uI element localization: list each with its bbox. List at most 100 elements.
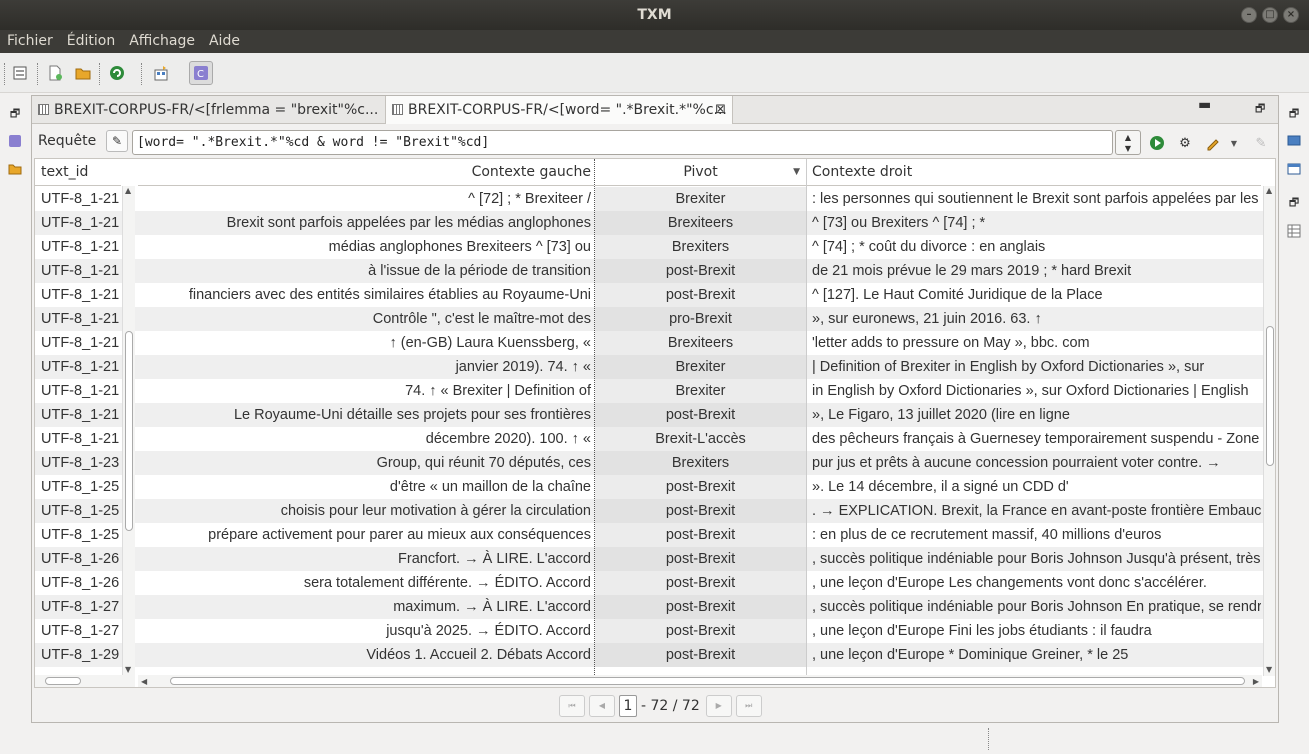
column-header-right-context[interactable]: Contexte droit	[807, 159, 1261, 186]
cell-right-context: , une leçon d'Europe * Dominique Greiner…	[812, 647, 1129, 663]
run-query-icon[interactable]	[1148, 134, 1166, 152]
scroll-down-icon[interactable]: ▼	[125, 665, 131, 674]
column-header-text-id[interactable]: text_id	[35, 159, 121, 186]
close-tab-icon[interactable]: ⊠	[715, 96, 726, 124]
table-row[interactable]: UTF-8_1-21 ↑ (en-GB) Laura Kuenssberg, «B…	[35, 331, 1263, 355]
console-icon[interactable]	[1286, 133, 1302, 149]
table-row[interactable]: UTF-8_1-26 sera totalement différente. → …	[35, 571, 1263, 595]
cell-right-context: | Definition of Brexiter in English by O…	[812, 359, 1205, 375]
cell-text-id: UTF-8_1-21	[41, 407, 120, 423]
window-icon[interactable]	[1286, 161, 1302, 177]
menu-fichier[interactable]: Fichier	[0, 30, 60, 53]
maximize-button[interactable]: □	[1262, 7, 1278, 23]
cell-text-id: UTF-8_1-21	[41, 311, 120, 327]
scrollbar-thumb[interactable]	[170, 677, 1245, 685]
previous-page-button[interactable]: ◀	[589, 695, 615, 717]
cell-left-context: choisis pour leur motivation à gérer la …	[280, 503, 591, 519]
query-history-stepper[interactable]: ▲ ▼	[1115, 130, 1141, 155]
table-row[interactable]: UTF-8_1-21 Contrôle ", c'est le maître-mo…	[35, 307, 1263, 331]
tab-frlemma-query[interactable]: BREXIT-CORPUS-FR/<[frlemma = "brexit"%c.…	[32, 96, 384, 124]
table-row[interactable]: UTF-8_1-27 maximum. → À LIRE. L'accord pos…	[35, 595, 1263, 619]
corpus-view-icon[interactable]: C	[189, 61, 213, 85]
scrollbar-thumb[interactable]	[1266, 326, 1274, 466]
column-header-pivot[interactable]: Pivot ▼	[595, 159, 806, 186]
restore-view-icon[interactable]: 🗗	[7, 106, 23, 122]
cell-pivot: post-Brexit	[595, 259, 806, 283]
menu-aide[interactable]: Aide	[202, 30, 247, 53]
maximize-panel-icon[interactable]: 🗗	[1255, 100, 1265, 119]
query-assistant-icon[interactable]: ✎	[106, 130, 128, 152]
scroll-down-icon[interactable]: ▼	[1266, 665, 1272, 674]
restore-view-icon[interactable]: 🗗	[1286, 106, 1302, 122]
svg-text:C: C	[197, 69, 204, 80]
scroll-up-icon[interactable]: ▲	[1266, 186, 1272, 195]
highlight-icon[interactable]	[1204, 134, 1222, 152]
chevron-down-icon[interactable]: ▼	[1225, 134, 1243, 152]
table-row[interactable]: UTF-8_1-25 choisis pour leur motivation à…	[35, 499, 1263, 523]
table-row[interactable]: UTF-8_1-21 médias anglophones Brexiteers …	[35, 235, 1263, 259]
cell-left-context: Le Royaume-Uni détaille ses projets pour…	[233, 407, 591, 423]
last-page-button[interactable]: ⏭	[735, 695, 762, 717]
cell-right-context: in English by Oxford Dictionaries », sur…	[812, 383, 1249, 399]
table-row[interactable]: UTF-8_1-21 janvier 2019). 74. ↑ «Brexiter…	[35, 355, 1263, 379]
page-number-input[interactable]: 1	[619, 695, 637, 717]
refresh-icon[interactable]	[107, 63, 127, 83]
cell-left-context: Group, qui réunit 70 députés, ces	[376, 455, 591, 471]
table-vertical-scrollbar[interactable]: ▲ ▼	[1263, 186, 1275, 676]
table-row[interactable]: UTF-8_1-21 74. ↑ « Brexiter | Definition …	[35, 379, 1263, 403]
cell-pivot: post-Brexit	[595, 403, 806, 427]
table-row[interactable]: UTF-8_1-21 à l'issue de la période de tra…	[35, 259, 1263, 283]
menu-affichage[interactable]: Affichage	[122, 30, 202, 53]
minimize-button[interactable]: –	[1241, 7, 1257, 23]
scrollbar-thumb[interactable]	[45, 677, 81, 685]
column-header-left-context[interactable]: Contexte gauche	[138, 159, 594, 186]
table-row[interactable]: UTF-8_1-26 Francfort. → À LIRE. L'accord p…	[35, 547, 1263, 571]
new-file-icon[interactable]	[45, 63, 65, 83]
table-row[interactable]: UTF-8_1-25 prépare activement pour parer …	[35, 523, 1263, 547]
scroll-left-icon[interactable]: ◀	[141, 677, 147, 686]
cell-right-context: », Le Figaro, 13 juillet 2020 (lire en l…	[812, 407, 1070, 423]
close-button[interactable]: ×	[1283, 7, 1299, 23]
table-horizontal-scrollbar[interactable]: ◀ ▶	[138, 675, 1262, 687]
cell-text-id: UTF-8_1-21	[41, 287, 120, 303]
scroll-right-icon[interactable]: ▶	[1253, 677, 1259, 686]
next-page-button[interactable]: ▶	[705, 695, 732, 717]
open-folder-icon[interactable]	[73, 63, 93, 83]
cell-right-context: », sur euronews, 21 juin 2016. 63. ↑	[812, 311, 1042, 327]
table-row[interactable]: UTF-8_1-21 décembre 2020). 100. ↑ «Brexit…	[35, 427, 1263, 451]
cell-left-context: ^ [72] ; * Brexiteer /	[468, 191, 591, 207]
settings-gear-icon[interactable]: ⚙	[1176, 134, 1194, 152]
cell-left-context: Vidéos 1. Accueil 2. Débats Accord	[366, 647, 591, 663]
table-view-icon[interactable]	[1286, 223, 1302, 239]
workspace-icon[interactable]	[10, 63, 30, 83]
cell-text-id: UTF-8_1-26	[41, 575, 120, 591]
first-page-button[interactable]: ⏮	[559, 695, 585, 717]
table-row[interactable]: UTF-8_1-25 d'être « un maillon de la chaî…	[35, 475, 1263, 499]
cell-left-context: Francfort. → À LIRE. L'accord	[398, 551, 591, 567]
menu-edition[interactable]: Édition	[60, 30, 122, 53]
cell-pivot: pro-Brexit	[595, 307, 806, 331]
table-row[interactable]: UTF-8_1-27 jusqu'à 2025. → ÉDITO. Accord p…	[35, 619, 1263, 643]
query-input[interactable]: [word= ".*Brexit.*"%cd & word != "Brexit…	[132, 130, 1113, 155]
table-row[interactable]: UTF-8_1-21 Brexit sont parfois appelées p…	[35, 211, 1263, 235]
column-divider	[594, 159, 595, 687]
table-row[interactable]: UTF-8_1-23 Group, qui réunit 70 députés, …	[35, 451, 1263, 475]
pivot-header-label: Pivot	[683, 164, 718, 180]
scroll-up-icon[interactable]: ▲	[125, 186, 131, 195]
cell-pivot: Brexit-L'accès	[595, 427, 806, 451]
table-row[interactable]: UTF-8_1-21 ^ [72] ; * Brexiteer / Brexiter…	[35, 187, 1263, 211]
folder-icon[interactable]	[7, 161, 23, 177]
id-column-scrollbar[interactable]: ▲ ▼	[122, 186, 135, 676]
cell-right-context: de 21 mois prévue le 29 mars 2019 ; * ha…	[812, 263, 1132, 279]
table-row[interactable]: UTF-8_1-29 Vidéos 1. Accueil 2. Débats Ac…	[35, 643, 1263, 667]
import-icon[interactable]	[151, 63, 171, 83]
restore-view-icon[interactable]: 🗗	[1286, 195, 1302, 211]
table-row[interactable]: UTF-8_1-21 financiers avec des entités si…	[35, 283, 1263, 307]
scrollbar-thumb[interactable]	[125, 331, 133, 531]
tab-word-query[interactable]: BREXIT-CORPUS-FR/<[word= ".*Brexit.*"%c.…	[385, 96, 733, 124]
minimize-panel-icon[interactable]: ▬	[1198, 97, 1211, 113]
cell-left-context: Brexit sont parfois appelées par les méd…	[226, 215, 591, 231]
corpus-view-icon[interactable]	[7, 133, 23, 149]
id-column-horizontal-scrollbar[interactable]	[35, 675, 135, 687]
table-row[interactable]: UTF-8_1-21 Le Royaume-Uni détaille ses pr…	[35, 403, 1263, 427]
